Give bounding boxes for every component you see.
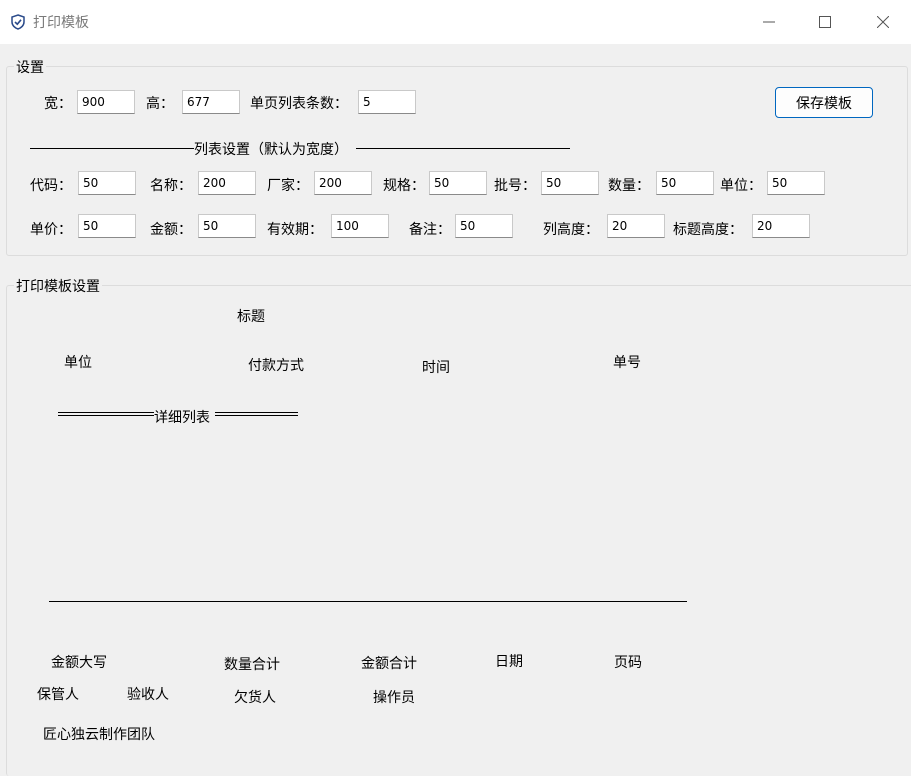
- template-checker[interactable]: 验收人: [127, 684, 169, 704]
- detail-list-line-right: [215, 412, 298, 416]
- columns-header-line-left: [30, 148, 194, 149]
- expiry-width-input[interactable]: 100: [331, 214, 389, 238]
- minimize-icon: [763, 21, 775, 23]
- quantity-width-input[interactable]: 50: [656, 171, 714, 195]
- price-label: 单价：: [30, 222, 72, 238]
- spec-label: 规格：: [383, 178, 425, 194]
- template-qty-total[interactable]: 数量合计: [224, 654, 280, 674]
- height-input[interactable]: 677: [182, 90, 240, 114]
- batch-label: 批号：: [494, 178, 536, 194]
- title-height-input[interactable]: 20: [752, 214, 810, 238]
- code-width-input[interactable]: 50: [78, 171, 136, 195]
- template-amount-total[interactable]: 金额合计: [361, 653, 417, 673]
- price-width-input[interactable]: 50: [78, 214, 136, 238]
- columns-header: 列表设置（默认为宽度）: [194, 142, 348, 158]
- rows-per-page-input[interactable]: 5: [358, 90, 416, 114]
- template-detail-list[interactable]: 详细列表: [154, 407, 210, 427]
- detail-list-line-left: [58, 412, 154, 416]
- maximize-icon: [819, 16, 831, 28]
- spec-width-input[interactable]: 50: [429, 171, 487, 195]
- template-title[interactable]: 标题: [237, 306, 265, 326]
- template-page-number[interactable]: 页码: [614, 652, 642, 672]
- minimize-button[interactable]: [741, 0, 797, 44]
- template-footer[interactable]: 匠心独云制作团队: [43, 724, 155, 744]
- remark-label: 备注：: [409, 222, 451, 238]
- columns-header-line-right: [356, 148, 570, 149]
- title-bar: 打印模板: [0, 0, 911, 44]
- template-date[interactable]: 日期: [495, 651, 523, 671]
- width-label: 宽：: [44, 96, 72, 112]
- row-height-input[interactable]: 20: [607, 214, 665, 238]
- width-input[interactable]: 900: [77, 90, 135, 114]
- template-unit[interactable]: 单位: [64, 352, 92, 372]
- vendor-width-input[interactable]: 200: [314, 171, 372, 195]
- name-label: 名称：: [150, 178, 192, 194]
- height-label: 高：: [146, 96, 174, 112]
- remark-width-input[interactable]: 50: [455, 214, 513, 238]
- close-icon: [877, 16, 889, 28]
- template-divider-line: [49, 601, 687, 602]
- settings-group-label: 设置: [14, 57, 46, 77]
- template-operator[interactable]: 操作员: [373, 687, 415, 707]
- vendor-label: 厂家：: [267, 178, 309, 194]
- shield-check-icon: [10, 14, 26, 30]
- quantity-label: 数量：: [608, 178, 650, 194]
- template-amount-in-words[interactable]: 金额大写: [51, 652, 107, 672]
- rows-per-page-label: 单页列表条数：: [250, 96, 348, 112]
- template-doc-number[interactable]: 单号: [613, 352, 641, 372]
- template-keeper[interactable]: 保管人: [37, 684, 79, 704]
- amount-label: 金额：: [150, 222, 192, 238]
- title-height-label: 标题高度：: [673, 222, 743, 238]
- unit-label: 单位：: [720, 178, 762, 194]
- amount-width-input[interactable]: 50: [198, 214, 256, 238]
- batch-width-input[interactable]: 50: [541, 171, 599, 195]
- name-width-input[interactable]: 200: [198, 171, 256, 195]
- window-title: 打印模板: [33, 15, 89, 31]
- row-height-label: 列高度：: [543, 222, 599, 238]
- template-time[interactable]: 时间: [422, 357, 450, 377]
- template-debtor[interactable]: 欠货人: [234, 687, 276, 707]
- maximize-button[interactable]: [797, 0, 853, 44]
- save-template-button[interactable]: 保存模板: [775, 87, 873, 118]
- close-button[interactable]: [855, 0, 911, 44]
- print-template-group-label: 打印模板设置: [14, 276, 102, 296]
- code-label: 代码：: [30, 178, 72, 194]
- unit-width-input[interactable]: 50: [767, 171, 825, 195]
- template-payment-method[interactable]: 付款方式: [248, 355, 304, 375]
- expiry-label: 有效期：: [267, 222, 323, 238]
